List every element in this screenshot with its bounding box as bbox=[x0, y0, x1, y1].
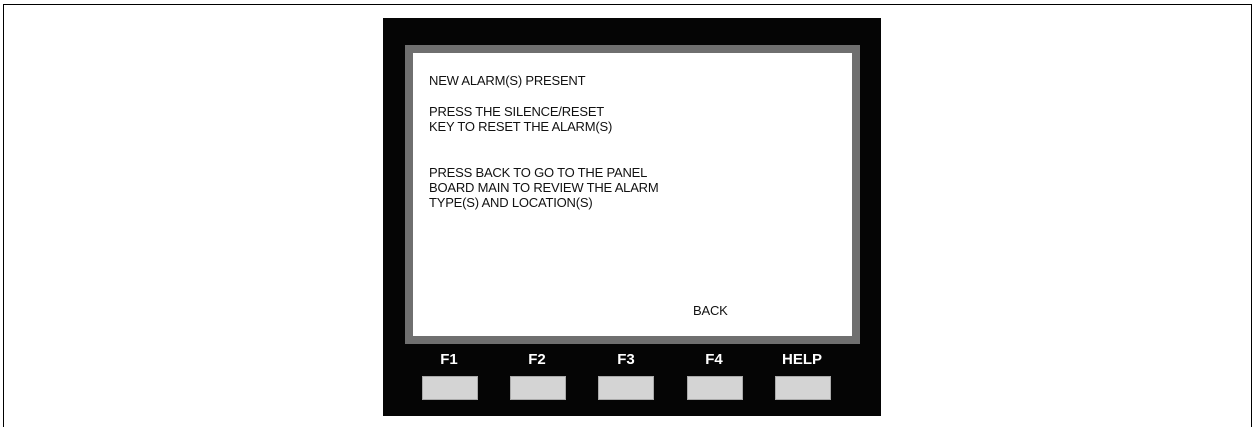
display-screen: NEW ALARM(S) PRESENT PRESS THE SILENCE/R… bbox=[413, 53, 852, 336]
softkey-label-f1: F1 bbox=[440, 351, 458, 368]
frame-border-top bbox=[3, 4, 1252, 5]
instruction-line-location: TYPE(S) AND LOCATION(S) bbox=[429, 195, 593, 210]
help-button[interactable] bbox=[775, 376, 831, 400]
frame-border-right bbox=[1251, 4, 1252, 427]
softkey-back-label: BACK bbox=[693, 303, 728, 318]
f3-button[interactable] bbox=[598, 376, 654, 400]
alarm-status-message: NEW ALARM(S) PRESENT bbox=[429, 73, 586, 88]
instruction-line-review: BOARD MAIN TO REVIEW THE ALARM bbox=[429, 180, 659, 195]
softkey-label-f3: F3 bbox=[617, 351, 635, 368]
instruction-line-back: PRESS BACK TO GO TO THE PANEL bbox=[429, 165, 648, 180]
instruction-line-reset: KEY TO RESET THE ALARM(S) bbox=[429, 119, 613, 134]
f2-button[interactable] bbox=[510, 376, 566, 400]
f4-button[interactable] bbox=[687, 376, 743, 400]
softkey-label-f2: F2 bbox=[528, 351, 546, 368]
page: NEW ALARM(S) PRESENT PRESS THE SILENCE/R… bbox=[0, 0, 1257, 427]
softkey-label-f4: F4 bbox=[705, 351, 723, 368]
f1-button[interactable] bbox=[422, 376, 478, 400]
softkey-label-help: HELP bbox=[781, 351, 822, 368]
screen-bezel: NEW ALARM(S) PRESENT PRESS THE SILENCE/R… bbox=[405, 45, 860, 344]
instruction-line-silence: PRESS THE SILENCE/RESET bbox=[429, 104, 605, 119]
frame-border-left bbox=[3, 4, 4, 427]
control-panel-device: NEW ALARM(S) PRESENT PRESS THE SILENCE/R… bbox=[383, 18, 881, 416]
